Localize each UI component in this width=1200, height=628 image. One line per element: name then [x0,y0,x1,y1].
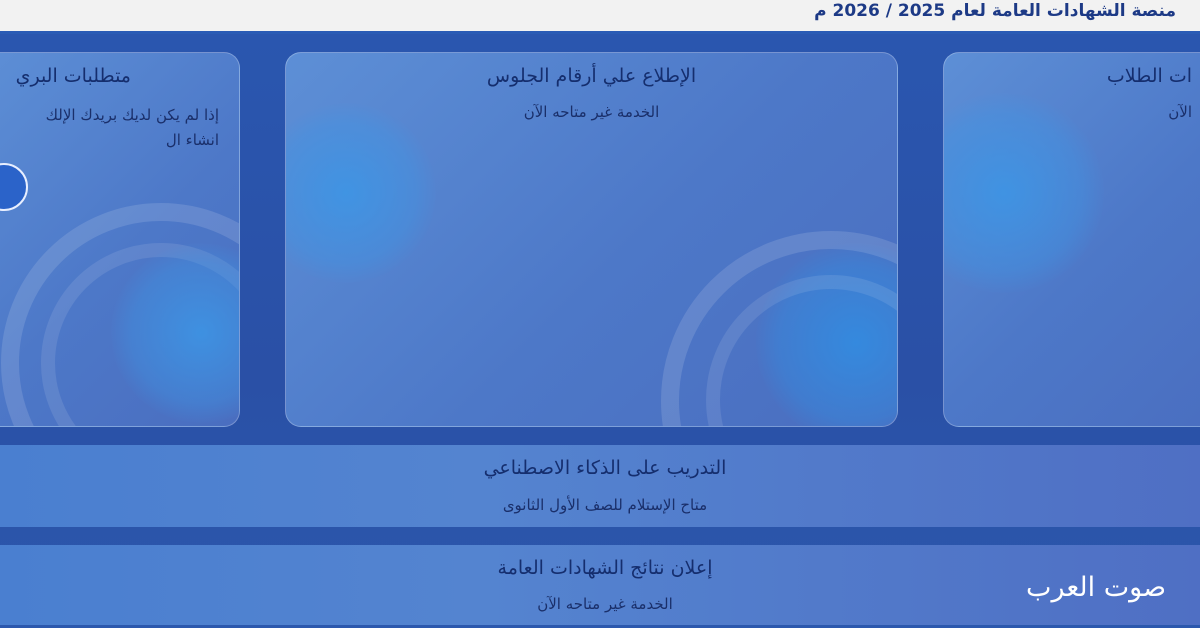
card-seat-numbers[interactable]: الإطلاع علي أرقام الجلوس الخدمة غير متاح… [285,52,898,427]
platform-title: منصة الشهادات العامة لعام 2025 / 2026 م [814,1,1176,21]
ai-training-status: متاح الإستلام للصف الأول الثانوى [502,496,708,514]
ai-training-title: التدريب على الذكاء الاصطناعي [483,457,727,479]
card-email-requirements-line2: انشاء ال [165,131,219,149]
card-student-data-title: ات الطلاب [1106,65,1192,87]
decorative-glow [944,93,1104,293]
card-seat-numbers-status: الخدمة غير متاحه الآن [523,103,660,121]
card-seat-numbers-title: الإطلاع علي أرقام الجلوس [486,65,697,87]
card-email-requirements-title: متطلبات البري [15,65,131,87]
card-email-requirements-line1: إذا لم يكن لديك بريدك الإلك [45,106,219,124]
results-title: إعلان نتائج الشهادات العامة [497,557,713,579]
results-status: الخدمة غير متاحه الآن [537,595,673,613]
card-student-data[interactable]: ات الطلاب الآن [943,52,1200,427]
watermark-logo: صوت العرب [1026,572,1166,603]
decorative-glow [286,103,436,283]
card-email-requirements[interactable]: متطلبات البري إذا لم يكن لديك بريدك الإل… [0,52,240,427]
results-banner[interactable]: إعلان نتائج الشهادات العامة الخدمة غير م… [0,545,1200,625]
ai-training-banner[interactable]: التدريب على الذكاء الاصطناعي متاح الإستل… [0,445,1200,527]
header-bar: منصة الشهادات العامة لعام 2025 / 2026 م [0,0,1200,34]
page: منصة الشهادات العامة لعام 2025 / 2026 م … [0,0,1200,628]
card-email-requirements-text: إذا لم يكن لديك بريدك الإلك انشاء ال [0,103,219,153]
card-student-data-status: الآن [1168,103,1192,121]
